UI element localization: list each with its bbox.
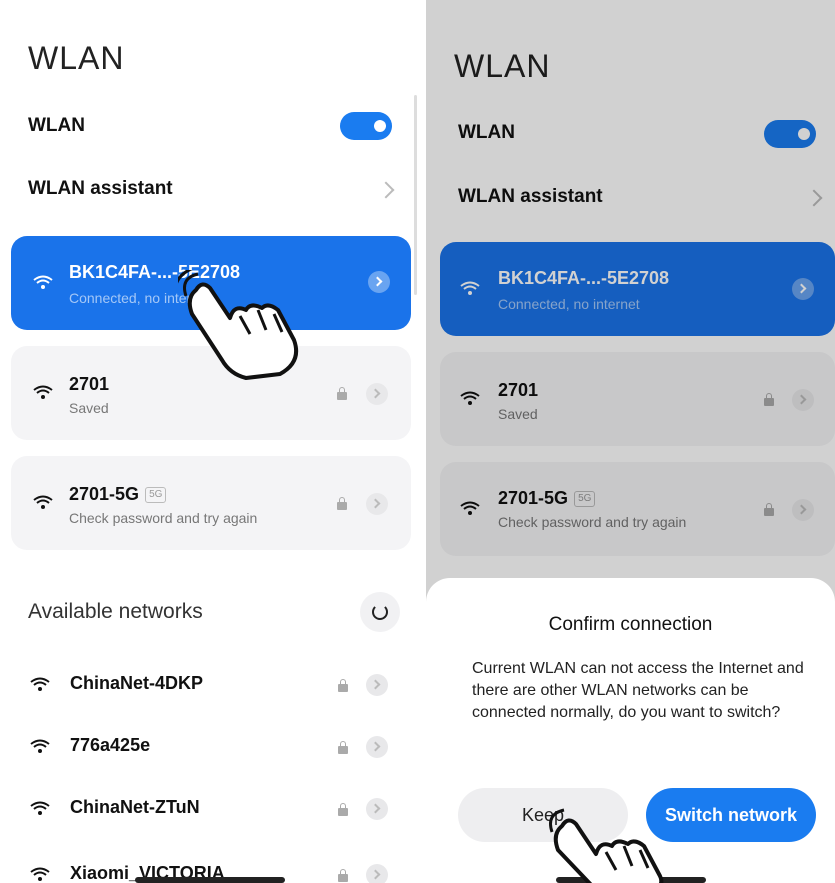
wifi-icon: [33, 495, 53, 509]
wifi-icon: [30, 677, 50, 691]
lock-icon: [337, 387, 347, 400]
wlan-assistant-label[interactable]: WLAN assistant: [28, 178, 173, 200]
dialog-message: Current WLAN can not access the Internet…: [472, 660, 804, 721]
home-indicator: [135, 877, 285, 883]
refresh-icon[interactable]: [360, 592, 400, 632]
network-details-button[interactable]: [366, 798, 388, 820]
network-details-button[interactable]: [366, 674, 388, 696]
network-ssid: ChinaNet-ZTuN: [70, 797, 200, 817]
lock-icon: [338, 869, 348, 882]
wifi-icon: [33, 275, 53, 289]
wifi-icon: [30, 739, 50, 753]
scrollbar[interactable]: [414, 95, 417, 295]
right-screen: WLAN WLAN WLAN assistant BK1C4FA-...-5E2…: [426, 0, 835, 883]
list-item[interactable]: 776a425e: [0, 722, 420, 772]
wlan-toggle[interactable]: [340, 112, 392, 140]
lock-icon: [338, 741, 348, 754]
lock-icon: [338, 679, 348, 692]
list-item[interactable]: ChinaNet-4DKP: [0, 660, 420, 710]
saved-network-card[interactable]: 2701-5G 5G Check password and try again: [11, 456, 411, 550]
lock-icon: [337, 497, 347, 510]
network-details-button[interactable]: [366, 383, 388, 405]
available-networks-heading: Available networks: [28, 600, 203, 623]
network-ssid: ChinaNet-4DKP: [70, 673, 204, 693]
network-details-button[interactable]: [368, 271, 390, 293]
wifi-icon: [30, 801, 50, 815]
left-screen: WLAN WLAN WLAN assistant BK1C4FA-...-5E2…: [0, 0, 420, 883]
network-ssid: 776a425e: [70, 735, 151, 755]
wlan-toggle-label: WLAN: [28, 115, 85, 136]
hand-pointer-icon: [178, 270, 299, 380]
network-details-button[interactable]: [366, 736, 388, 758]
network-details-button[interactable]: [366, 864, 388, 883]
network-ssid-row: 2701-5G 5G: [69, 484, 167, 505]
page-title: WLAN: [28, 40, 125, 76]
hand-pointer-icon: [549, 808, 664, 883]
network-ssid: 2701-5G: [69, 484, 140, 504]
lock-icon: [338, 803, 348, 816]
5g-badge: 5G: [145, 487, 167, 504]
network-details-button[interactable]: [366, 493, 388, 515]
dialog-title: Confirm connection: [548, 614, 713, 635]
list-item[interactable]: ChinaNet-ZTuN: [0, 784, 420, 834]
network-status: Saved: [69, 400, 109, 416]
wifi-icon: [33, 385, 53, 399]
wifi-icon: [30, 867, 50, 881]
chevron-right-icon[interactable]: [377, 181, 395, 199]
network-status: Check password and try again: [69, 510, 258, 526]
network-ssid: 2701: [69, 374, 110, 394]
toggle-knob: [374, 120, 386, 132]
